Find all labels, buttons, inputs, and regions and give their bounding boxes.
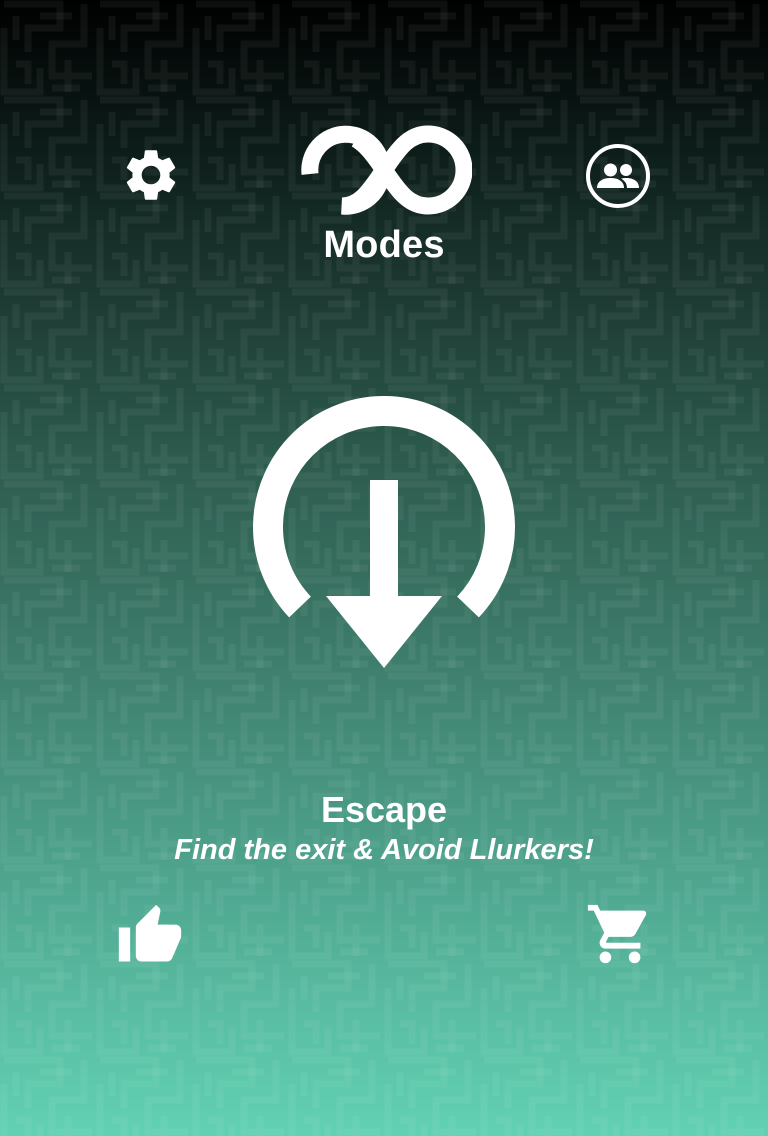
infinity-icon xyxy=(301,125,472,215)
mode-subtitle: Find the exit & Avoid Llurkers! xyxy=(174,834,594,866)
settings-button[interactable] xyxy=(116,140,186,210)
people-circle-icon xyxy=(586,144,650,208)
friends-button[interactable] xyxy=(582,140,654,212)
modes-label: Modes xyxy=(323,224,445,266)
escape-mode-button[interactable] xyxy=(232,370,536,680)
thumbs-up-icon xyxy=(118,904,182,962)
gear-icon xyxy=(126,150,176,200)
mode-title: Escape xyxy=(320,789,448,830)
modes-button[interactable]: Modes xyxy=(290,122,478,282)
shop-button[interactable] xyxy=(582,896,658,972)
shopping-cart-icon xyxy=(587,904,647,964)
like-button[interactable] xyxy=(112,900,188,972)
exit-arrow-down-icon xyxy=(253,396,515,668)
